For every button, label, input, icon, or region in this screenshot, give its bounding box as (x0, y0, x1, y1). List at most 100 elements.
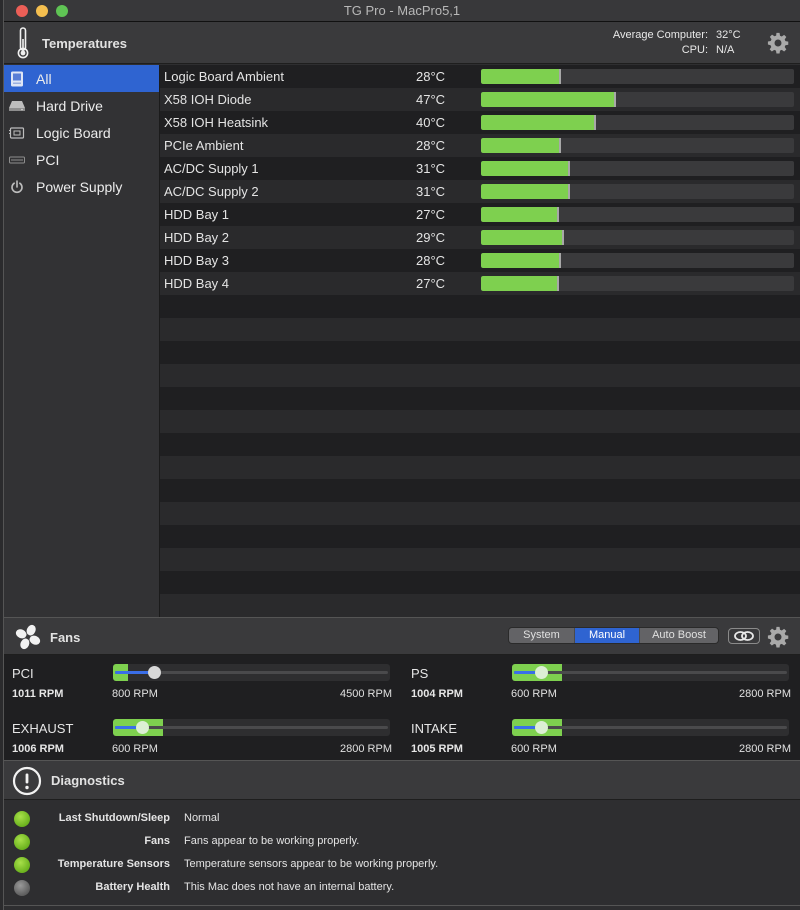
diagnostics-title: Diagnostics (51, 773, 125, 788)
fans-body: PCI 1011 RPM 800 RPM 4500 RPM PS 1004 RPM 600 … (4, 655, 800, 760)
fan-speed-slider[interactable] (113, 719, 390, 736)
empty-row (160, 594, 800, 617)
fan-name: EXHAUST (12, 721, 74, 736)
empty-row (160, 433, 800, 456)
empty-row (160, 456, 800, 479)
sensor-temperature: 29°C (416, 230, 446, 245)
thermometer-icon (17, 27, 29, 59)
fan-current-rpm: 1011 RPM (12, 688, 64, 700)
fans-header: Fans System Manual Auto Boost (4, 617, 800, 655)
diagnostic-message: Fans appear to be working properly. (184, 835, 360, 847)
sensor-temperature-bar-fill (481, 230, 565, 245)
sensor-temperature-bar (481, 115, 794, 130)
fans-title: Fans (50, 630, 81, 645)
fan-max-rpm: 2800 RPM (340, 743, 392, 755)
sensor-name: X58 IOH Heatsink (164, 115, 269, 130)
sidebar-item-pci[interactable]: PCI (4, 146, 159, 173)
sensor-row[interactable]: HDD Bay 3 28°C (160, 249, 800, 272)
sensor-temperature: 47°C (416, 92, 446, 107)
fan-current-rpm: 1005 RPM (411, 743, 463, 755)
sensor-row[interactable]: AC/DC Supply 1 31°C (160, 157, 800, 180)
sensor-temperature-bar (481, 230, 794, 245)
sensor-temperature: 40°C (416, 115, 446, 130)
diagnostic-label: Battery Health (95, 881, 170, 893)
empty-row (160, 295, 800, 318)
sidebar-item-hard-drive[interactable]: Hard Drive (4, 92, 159, 119)
fan-slider-thumb[interactable] (136, 721, 149, 734)
fans-settings-gear-icon[interactable] (767, 626, 789, 648)
sensor-row[interactable]: Logic Board Ambient 28°C (160, 65, 800, 88)
fan-max-rpm: 4500 RPM (340, 688, 392, 700)
sensor-row[interactable]: X58 IOH Diode 47°C (160, 88, 800, 111)
diagnostic-label: Temperature Sensors (57, 858, 170, 870)
fan-mode-auto-boost[interactable]: Auto Boost (639, 628, 718, 643)
status-indicator-icon (14, 857, 30, 873)
sensor-row[interactable]: AC/DC Supply 2 31°C (160, 180, 800, 203)
fan-slider-thumb[interactable] (148, 666, 161, 679)
diagnostic-row: Battery Health This Mac does not have an … (4, 876, 800, 899)
temperatures-body: All Hard Drive Logic Board PCI Power Supply … (4, 65, 800, 617)
sidebar-item-logic-board[interactable]: Logic Board (4, 119, 159, 146)
sensor-temperature-bar (481, 161, 794, 176)
power-icon (9, 179, 25, 194)
status-indicator-icon (14, 834, 30, 850)
cpu-label: CPU: (681, 44, 708, 56)
sensor-row[interactable]: X58 IOH Heatsink 40°C (160, 111, 800, 134)
sensor-temperature-bar-fill (481, 276, 559, 291)
sensor-name: X58 IOH Diode (164, 92, 252, 107)
diagnostics-header: Diagnostics (4, 760, 800, 800)
status-indicator-icon (14, 880, 30, 896)
fan-slider-thumb[interactable] (535, 666, 548, 679)
sidebar-item-all[interactable]: All (4, 65, 159, 92)
temperatures-header: Temperatures Average Computer: 32°C CPU:… (4, 22, 800, 64)
fan-name: PCI (12, 666, 34, 681)
fan-mode-manual[interactable]: Manual (574, 628, 639, 643)
title-bar: TG Pro - MacPro5,1 (4, 0, 800, 22)
sidebar-item-power-supply[interactable]: Power Supply (4, 173, 159, 200)
sensor-name: Logic Board Ambient (164, 69, 284, 84)
sensor-temperature-bar (481, 138, 794, 153)
link-fans-button[interactable] (728, 628, 760, 644)
diagnostics-body: Last Shutdown/Sleep Normal Fans Fans appear… (4, 800, 800, 906)
sensor-temperature-bar-fill (481, 138, 562, 153)
fan-current-rpm: 1006 RPM (12, 743, 64, 755)
sensor-row[interactable]: PCIe Ambient 28°C (160, 134, 800, 157)
sensor-row[interactable]: HDD Bay 2 29°C (160, 226, 800, 249)
status-indicator-icon (14, 811, 30, 827)
sensor-temperature-bar-fill (481, 253, 562, 268)
fan-pci: PCI 1011 RPM 800 RPM 4500 RPM (4, 655, 392, 705)
sensor-name: HDD Bay 2 (164, 230, 230, 245)
window-title: TG Pro - MacPro5,1 (343, 3, 461, 18)
sensor-temperature-bar (481, 253, 794, 268)
fan-current-rpm: 1004 RPM (411, 688, 463, 700)
sensor-row[interactable]: HDD Bay 4 27°C (160, 272, 800, 295)
fan-mode-system[interactable]: System (509, 628, 574, 643)
sensor-temperature: 28°C (416, 253, 446, 268)
fan-max-rpm: 2800 RPM (739, 688, 791, 700)
fan-speed-slider[interactable] (512, 719, 789, 736)
fan-speed-slider[interactable] (113, 664, 390, 681)
sensor-list: Logic Board Ambient 28°C X58 IOH Diode 47°C… (160, 65, 800, 617)
sensor-temperature-bar (481, 207, 794, 222)
empty-row (160, 525, 800, 548)
fan-slider-track (115, 726, 388, 729)
sensor-temperature-bar-fill (481, 115, 596, 130)
sensor-name: AC/DC Supply 1 (164, 161, 259, 176)
temperatures-settings-gear-icon[interactable] (767, 32, 789, 54)
fan-speed-slider[interactable] (512, 664, 789, 681)
sensor-temperature: 28°C (416, 138, 446, 153)
empty-row (160, 410, 800, 433)
diagnostic-message: Temperature sensors appear to be working… (184, 858, 439, 870)
sensor-category-sidebar: All Hard Drive Logic Board PCI Power Supply (4, 65, 160, 617)
sensor-name: HDD Bay 4 (164, 276, 230, 291)
average-readout: Average Computer: 32°C CPU: N/A (613, 28, 750, 58)
sensor-temperature: 27°C (416, 276, 446, 291)
empty-row (160, 571, 800, 594)
empty-row (160, 341, 800, 364)
fan-slider-track (514, 671, 787, 674)
sensor-temperature-bar (481, 92, 794, 107)
sensor-row[interactable]: HDD Bay 1 27°C (160, 203, 800, 226)
sensor-temperature-bar-fill (481, 161, 571, 176)
sidebar-item-label: All (36, 70, 52, 87)
fan-slider-thumb[interactable] (535, 721, 548, 734)
